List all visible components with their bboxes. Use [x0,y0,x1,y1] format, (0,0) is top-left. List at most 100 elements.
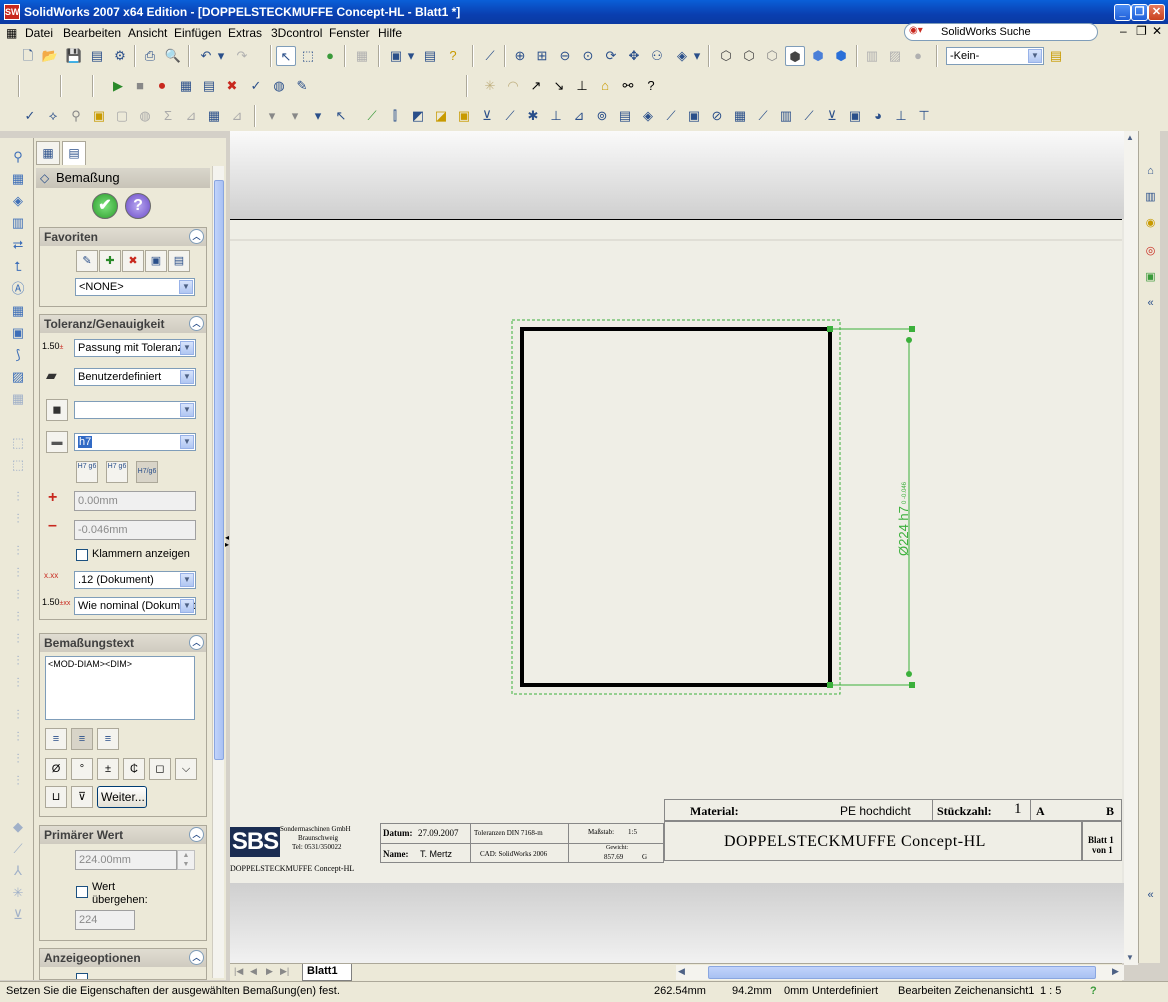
menu-ansicht[interactable]: Ansicht [128,26,167,40]
help-icon[interactable]: ? [443,46,463,66]
doc-minimize-button[interactable]: – [1120,24,1127,38]
filter-cosmetic-icon[interactable]: ▤ [615,106,635,126]
hidden-lines-removed-icon[interactable]: ⬡ [762,46,782,66]
chevron-down-icon[interactable]: ▼ [180,403,194,417]
doc-close-button[interactable]: ✕ [1152,24,1162,38]
select-icon[interactable]: ↖ [276,46,296,66]
whats-this-icon[interactable]: ? [641,76,661,96]
scroll-up-icon[interactable]: ▲ [1126,133,1134,142]
degree-symbol-icon[interactable]: ° [71,758,93,780]
next-sheet-icon[interactable]: ▶ [266,966,273,977]
ok-button[interactable]: ✔ [92,193,118,219]
make-drawing-icon[interactable]: ▤ [87,46,107,66]
auxiliary-view-icon[interactable]: ◈ [9,192,27,210]
menu-hilfe[interactable]: Hilfe [378,26,402,40]
align-left-text-icon[interactable]: ≡ [45,728,67,750]
send-back-icon[interactable]: ⫶ [9,772,27,790]
point-icon[interactable]: ✳ [480,76,500,96]
doc-restore-button[interactable]: ❐ [1136,24,1147,38]
filter-points-icon[interactable]: ⟋ [362,106,382,126]
section-view-icon[interactable]: ▥ [862,46,882,66]
measure-icon[interactable]: ⟋ [480,46,500,66]
hidden-lines-visible-icon[interactable]: ⬡ [739,46,759,66]
undo-dropdown-icon[interactable]: ▾ [216,46,226,66]
filter-centerline-icon[interactable]: ⊘ [707,106,727,126]
collapse-icon[interactable]: ︿ [189,950,204,965]
broken-out-section-icon[interactable]: ▦ [9,302,27,320]
view-palette-icon[interactable]: ▣ [1142,269,1159,286]
arc-icon[interactable]: ◠ [503,76,523,96]
record-macro-icon[interactable]: ⏺ [152,76,172,96]
line-format-icon[interactable]: ◆ [9,818,27,836]
delete-macro-icon[interactable]: ✖ [222,76,242,96]
filter-edges-icon[interactable]: ▾ [308,106,328,126]
align-right-icon[interactable]: ⫶ [9,510,27,528]
arrow-handle[interactable] [906,337,912,343]
graphics-vertical-scrollbar[interactable]: ▲ ▼ [1124,131,1138,965]
home-icon[interactable]: ⌂ [1142,163,1159,180]
filter-center-icon[interactable]: ▣ [684,106,704,126]
design-library-icon[interactable]: ▥ [1142,189,1159,206]
filter-datum-icon[interactable]: ⊿ [569,106,589,126]
weld-symbol-icon[interactable]: ◍ [135,106,155,126]
view-orientation-icon[interactable]: ⚇ [647,46,667,66]
traffic-light-icon[interactable]: ● [320,46,340,66]
edit-macro-icon[interactable]: ▤ [199,76,219,96]
display-option-checkbox[interactable] [76,973,88,979]
load-favorite-icon[interactable]: ▤ [168,250,190,272]
select-box-icon[interactable]: ⬚ [298,46,318,66]
lock-icon[interactable]: ⫶ [9,728,27,746]
view-boundary[interactable] [511,319,841,695]
predefined-view-icon[interactable]: ▦ [9,390,27,408]
fit-stacked-button[interactable]: H7 g6 [76,461,98,483]
crop-view-icon[interactable]: Ⓐ [9,280,27,298]
note-icon[interactable]: ▣ [89,106,109,126]
filter-axes-icon[interactable]: ⫿ [385,106,405,126]
spell-check-icon[interactable]: ✓ [20,106,40,126]
chevron-down-icon[interactable]: ▼ [180,573,194,587]
classification-combo[interactable]: Benutzerdefiniert ▼ [74,368,196,386]
tolerance-type-combo[interactable]: Passung mit Toleranz ▼ [74,339,196,357]
run-macro-icon[interactable]: ▶ [108,76,128,96]
align-left-icon[interactable]: ⫶ [9,488,27,506]
close-button[interactable]: ✕ [1148,4,1165,21]
shaded-icon[interactable]: ⬢ [808,46,828,66]
property-manager-tab-icon[interactable]: ▤ [62,141,86,165]
filter-planes-icon[interactable]: ◩ [408,106,428,126]
filter-weld-icon[interactable]: ✱ [523,106,543,126]
drawing-canvas[interactable]: Ø224 h7 0 -0.046 [230,220,1122,886]
more-symbols-button[interactable]: Weiter... [97,786,147,808]
filter-sketch-segments-icon[interactable]: ⟋ [799,106,819,126]
rotate-icon[interactable]: ⟳ [601,46,621,66]
filter-dowel-icon[interactable]: ⟋ [661,106,681,126]
dimension-text-area[interactable]: <MOD-DIAM><DIM> [45,656,195,720]
filter-balloons-icon[interactable]: ▣ [454,106,474,126]
datum-feature-icon[interactable]: ⊿ [181,106,201,126]
alternate-position-icon[interactable]: ⟆ [9,346,27,364]
filter-silhouette-icon[interactable]: ⊥ [891,106,911,126]
collapse-icon[interactable]: ︿ [189,827,204,842]
minimize-button[interactable]: _ [1114,4,1131,21]
anchor-icon[interactable]: ⊥ [572,76,592,96]
hole-fit-combo[interactable]: ▼ [74,401,196,419]
save-favorite-icon[interactable]: ▣ [145,250,167,272]
filter-dimensions-icon[interactable]: ⊻ [477,106,497,126]
line-style-icon[interactable]: ✳ [9,884,27,902]
filter-icon[interactable]: ▾ [262,106,282,126]
precision-combo[interactable]: .12 (Dokument) ▼ [74,571,196,589]
minus-tolerance-input[interactable]: -0.046mm [74,520,196,540]
delete-favorite-icon[interactable]: ✖ [122,250,144,272]
pm-scrollbar[interactable] [212,166,224,978]
arrow-se-icon[interactable]: ↘ [549,76,569,96]
align-center-icon[interactable]: ⬚ [9,456,27,474]
maximize-button[interactable]: ❐ [1131,4,1148,21]
distribute-h-icon[interactable]: ⫶ [9,586,27,604]
make-assembly-icon[interactable]: ⚙ [110,46,130,66]
menu-fenster[interactable]: Fenster [329,26,370,40]
chevron-down-icon[interactable]: ▼ [180,435,194,449]
zoom-in-out-icon[interactable]: ⊖ [555,46,575,66]
feature-manager-tab-icon[interactable]: ▦ [36,141,60,165]
wireframe-icon[interactable]: ⬡ [716,46,736,66]
perspective-icon[interactable]: ▨ [885,46,905,66]
square-symbol-icon[interactable]: ◻ [149,758,171,780]
